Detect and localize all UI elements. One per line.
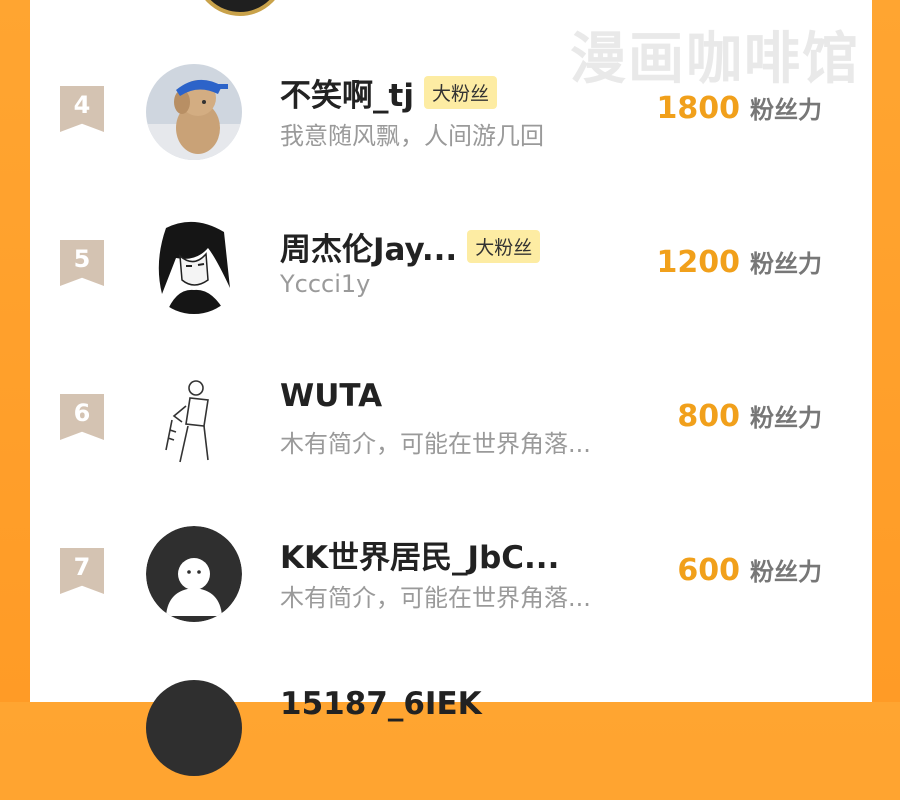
fan-power-value: 1200 xyxy=(656,245,741,280)
fan-bio: Yccci1y xyxy=(280,270,371,298)
fan-power-unit: 粉丝力 xyxy=(750,404,822,432)
fan-row[interactable]: 5 周杰伦Jay... 大粉丝 Yccci1y 1200 粉丝力 xyxy=(30,218,872,338)
fan-power-unit: 粉丝力 xyxy=(750,96,822,124)
fan-row[interactable]: 15187_6IEK xyxy=(30,680,872,800)
line-drawing-icon xyxy=(146,372,242,468)
fan-power-unit: 粉丝力 xyxy=(750,558,822,586)
sketch-portrait-icon xyxy=(146,218,242,314)
previous-fan-avatar[interactable] xyxy=(194,0,286,16)
fan-row[interactable]: 6 WUTA 木有简介，可能在世界角落... 800 粉丝力 xyxy=(30,372,872,492)
fan-row[interactable]: 7 KK世界居民_JbC... 木有简介，可能在世界角落... 600 粉丝力 xyxy=(30,526,872,646)
fan-power-unit: 粉丝力 xyxy=(750,250,822,278)
fan-power-value: 600 xyxy=(677,553,740,588)
fan-name[interactable]: 15187_6IEK xyxy=(280,686,482,722)
default-user-icon xyxy=(146,526,242,622)
plush-dog-avatar[interactable] xyxy=(146,64,242,160)
line-drawing-avatar[interactable] xyxy=(146,372,242,468)
fan-level-badge: 大粉丝 xyxy=(467,230,541,263)
fan-power-value: 1800 xyxy=(656,91,741,126)
fan-bio: 我意随风飘，人间游几回 xyxy=(280,122,544,150)
fan-name[interactable]: 周杰伦Jay... xyxy=(280,224,457,269)
fan-name[interactable]: KK世界居民_JbC... xyxy=(280,532,559,577)
fan-bio: 木有简介，可能在世界角落... xyxy=(280,430,591,458)
rank-ribbon: 4 xyxy=(60,86,104,132)
fan-bio: 木有简介，可能在世界角落... xyxy=(280,584,591,612)
rank-ribbon: 5 xyxy=(60,240,104,286)
sketch-portrait-avatar[interactable] xyxy=(146,218,242,314)
default-user-avatar[interactable] xyxy=(146,526,242,622)
fan-row[interactable]: 4 不笑啊_tj 大粉丝 我意随风飘，人间游几回 1800 粉丝力 xyxy=(30,64,872,184)
dark-avatar[interactable] xyxy=(146,680,242,776)
fan-level-badge: 大粉丝 xyxy=(423,76,497,109)
rank-ribbon: 7 xyxy=(60,548,104,594)
fan-name[interactable]: 不笑啊_tj xyxy=(280,70,414,115)
fan-name[interactable]: WUTA xyxy=(280,378,382,414)
plush-dog-icon xyxy=(146,64,242,160)
fan-ranking-panel: 漫画咖啡馆 4 不笑啊_tj 大粉丝 我意随风飘，人间游几回 1800 粉丝力 xyxy=(30,0,872,776)
fan-power-value: 800 xyxy=(677,399,740,434)
rank-ribbon: 6 xyxy=(60,394,104,440)
